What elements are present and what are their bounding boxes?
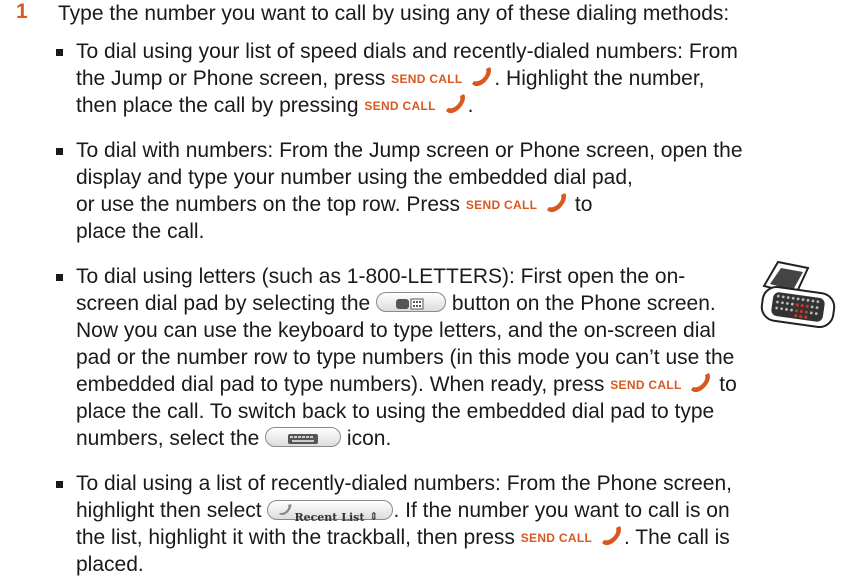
step-intro-text: Type the number you want to call by usin… xyxy=(58,2,730,25)
bullet-marker xyxy=(56,481,63,488)
text-line: numbers, select the icon. xyxy=(76,427,392,450)
sidekick-device-illustration xyxy=(760,260,836,329)
send-call-label: SEND CALL xyxy=(364,99,436,113)
text-line: the list, highlight it with the trackbal… xyxy=(76,525,730,549)
bullet-marker xyxy=(56,274,63,281)
send-call-label: SEND CALL xyxy=(610,378,682,392)
recent-list-selector: Recent List ⇕ xyxy=(267,500,394,524)
text-line: Now you can use the keyboard to type let… xyxy=(76,319,716,342)
step-number: 1 xyxy=(16,0,28,23)
phone-handset-icon xyxy=(687,372,713,394)
text-line: or use the numbers on the top row. Press… xyxy=(76,192,593,216)
text-line: highlight then select Recent List ⇕. If t… xyxy=(76,499,730,524)
text-line: To dial using your list of speed dials a… xyxy=(76,40,738,63)
text-line: screen dial pad by selecting the button … xyxy=(76,292,716,315)
text-line: place the call. To switch back to using … xyxy=(76,400,715,423)
text-line: To dial with numbers: From the Jump scre… xyxy=(76,139,743,162)
text-line: placed. xyxy=(76,553,144,576)
phone-handset-icon xyxy=(468,66,494,88)
send-call-label: SEND CALL xyxy=(520,531,593,545)
text-line: then place the call by pressing SEND CAL… xyxy=(76,93,474,117)
phone-handset-icon xyxy=(442,93,468,115)
text-line: To dial using letters (such as 1-800-LET… xyxy=(76,265,686,288)
send-call-label: SEND CALL xyxy=(391,72,463,86)
text-line: embedded dial pad to type numbers). When… xyxy=(76,372,737,396)
bullet-marker xyxy=(56,49,63,56)
text-line: pad or the number row to type numbers (i… xyxy=(76,346,735,369)
text-line: display and type your number using the e… xyxy=(76,166,633,189)
send-call-label: SEND CALL xyxy=(465,198,538,212)
bullet-marker xyxy=(56,148,63,155)
dialpad-button-icon xyxy=(376,292,447,312)
text-line: the Jump or Phone screen, press SEND CAL… xyxy=(76,66,705,90)
keyboard-button-icon xyxy=(265,427,342,447)
text-line: place the call. xyxy=(76,220,205,243)
phone-handset-icon xyxy=(598,525,624,547)
text-line: To dial using a list of recently-dialed … xyxy=(76,472,732,495)
phone-handset-icon xyxy=(543,192,569,214)
